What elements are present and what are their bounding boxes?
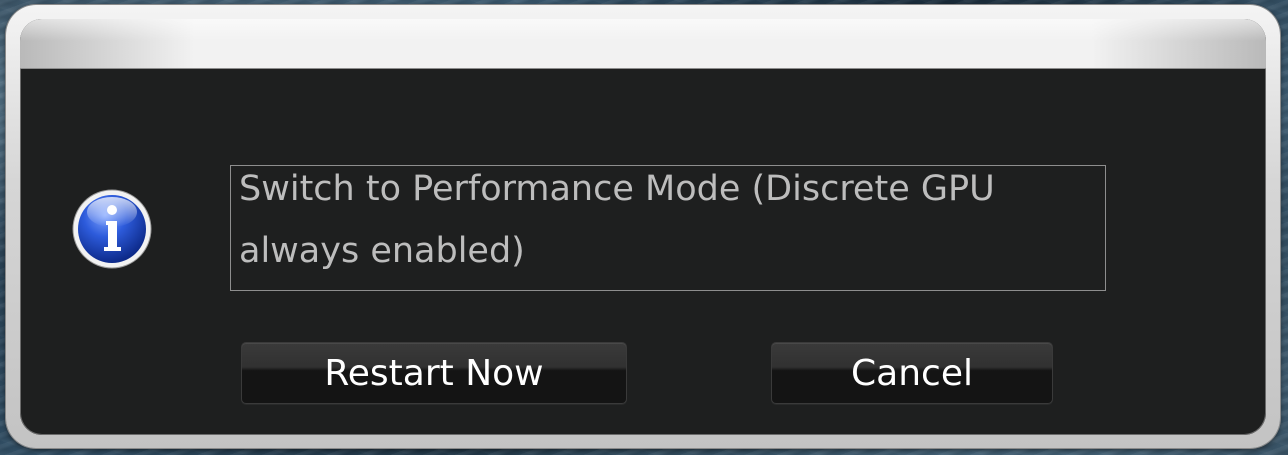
dialog-message: Switch to Performance Mode (Discrete GPU… bbox=[239, 169, 995, 271]
dialog-window: Switch to Performance Mode (Discrete GPU… bbox=[6, 5, 1280, 448]
cancel-button[interactable]: Cancel bbox=[771, 342, 1053, 404]
info-icon bbox=[71, 188, 153, 270]
message-box: Switch to Performance Mode (Discrete GPU… bbox=[230, 165, 1106, 291]
restart-now-label: Restart Now bbox=[324, 352, 544, 394]
restart-now-button[interactable]: Restart Now bbox=[241, 342, 627, 404]
dialog-body: Switch to Performance Mode (Discrete GPU… bbox=[20, 19, 1266, 435]
cancel-label: Cancel bbox=[851, 352, 973, 394]
dialog-titlebar[interactable] bbox=[20, 19, 1266, 69]
